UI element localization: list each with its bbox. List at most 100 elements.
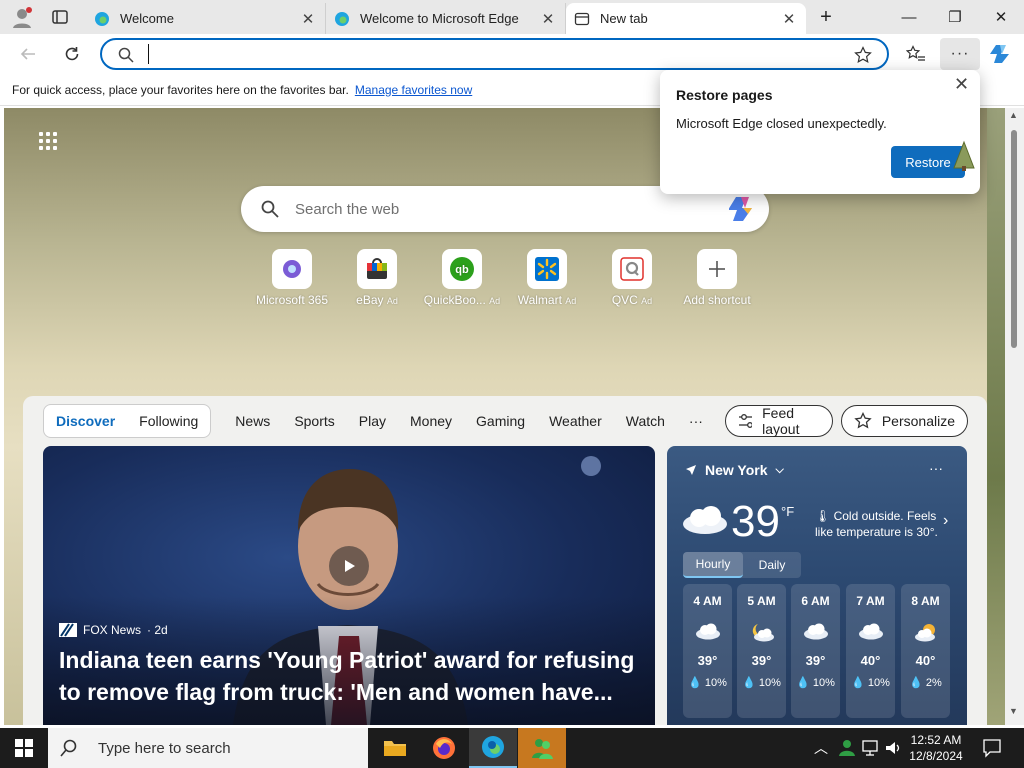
notifications-icon[interactable] [982, 738, 1002, 758]
profile-icon[interactable] [10, 6, 34, 30]
category-money[interactable]: Money [410, 413, 452, 429]
apps-launcher-icon[interactable] [39, 132, 57, 150]
clock-time: 12:52 AM [910, 733, 962, 747]
article-source: FOX News · 2d [59, 623, 168, 637]
back-icon[interactable] [14, 40, 42, 68]
tab-daily[interactable]: Daily [743, 552, 801, 578]
shortcut-quickbooks[interactable]: qb QuickBoo... Ad [422, 249, 502, 307]
more-categories-button[interactable]: ··· [689, 413, 703, 429]
hour-time: 7 AM [856, 594, 885, 608]
minimize-button[interactable]: — [886, 0, 932, 34]
shortcut-microsoft-365[interactable]: Microsoft 365 [252, 249, 332, 307]
category-weather[interactable]: Weather [549, 413, 602, 429]
add-shortcut-button[interactable]: Add shortcut [677, 249, 757, 307]
weather-location[interactable]: New York ⌵ [685, 462, 784, 478]
location-arrow-icon [686, 465, 696, 475]
hourly-forecast-item[interactable]: 8 AM 40° 💧 2% [901, 584, 950, 718]
hour-precip: 💧 10% [688, 677, 727, 689]
category-gaming[interactable]: Gaming [476, 413, 525, 429]
weather-summary: 🌡 Cold outside. Feels like temperature i… [815, 509, 938, 539]
tab-following[interactable]: Following [139, 413, 198, 429]
ad-label: Ad [489, 296, 501, 306]
chevron-right-icon[interactable]: › [943, 512, 948, 530]
windows-logo-icon [15, 739, 33, 757]
personalize-button[interactable]: Personalize [840, 405, 968, 437]
edge-icon [482, 736, 504, 758]
copilot-icon[interactable] [729, 195, 759, 223]
feed-layout-button[interactable]: Feed layout [724, 405, 833, 437]
article-age: · 2d [147, 623, 168, 637]
cloud-icon [695, 623, 720, 640]
background-edge [987, 108, 1007, 725]
location-name: New York [705, 462, 768, 478]
hourly-forecast-item[interactable]: 5 AM 39° 💧 10% [737, 584, 786, 718]
tab-welcome[interactable]: Welcome ✕ [86, 3, 326, 34]
restore-button[interactable]: ❐ [932, 0, 978, 34]
hourly-forecast-item[interactable]: 4 AM 39° 💧 10% [683, 584, 732, 718]
manage-favorites-link[interactable]: Manage favorites now [355, 83, 472, 97]
shortcut-label: Add shortcut [683, 293, 751, 307]
network-icon[interactable] [862, 740, 880, 756]
shortcut-label: QuickBoo... [423, 293, 486, 307]
dialog-title: Restore pages [676, 87, 773, 103]
volume-icon[interactable] [884, 740, 902, 756]
qvc-icon [620, 257, 644, 281]
cloud-icon [803, 623, 828, 640]
shortcut-qvc[interactable]: QVC Ad [592, 249, 672, 307]
hourly-forecast-item[interactable]: 6 AM 39° 💧 10% [791, 584, 840, 718]
taskbar-search[interactable]: Type here to search [48, 728, 368, 768]
address-input[interactable] [148, 44, 828, 64]
category-play[interactable]: Play [359, 413, 386, 429]
category-news[interactable]: News [235, 413, 270, 429]
scrollbar-thumb[interactable] [1011, 130, 1017, 348]
tab-discover[interactable]: Discover [56, 413, 115, 429]
settings-more-icon[interactable]: ··· [940, 38, 980, 70]
close-tab-icon[interactable]: ✕ [539, 10, 557, 28]
favorite-star-icon[interactable] [854, 46, 872, 64]
play-icon [345, 560, 355, 572]
file-explorer-taskbar-button[interactable] [371, 728, 419, 768]
tab-hourly[interactable]: Hourly [683, 552, 743, 578]
play-button[interactable] [329, 546, 369, 586]
category-sports[interactable]: Sports [294, 413, 334, 429]
close-tab-icon[interactable]: ✕ [299, 10, 317, 28]
app-taskbar-button[interactable] [518, 728, 566, 768]
show-hidden-icons[interactable]: ︿ [814, 738, 828, 758]
favorites-icon[interactable] [902, 40, 930, 68]
weather-more-icon[interactable]: ··· [929, 460, 943, 476]
tab-actions-icon[interactable] [52, 9, 68, 25]
close-tab-icon[interactable]: ✕ [780, 10, 798, 28]
page-scrollbar[interactable]: ▲ ▼ [1005, 108, 1024, 725]
address-bar[interactable] [100, 38, 889, 70]
ad-label: Ad [386, 296, 398, 306]
edge-taskbar-button[interactable] [469, 728, 517, 768]
news-card[interactable]: FOX News · 2d Indiana teen earns 'Young … [43, 446, 655, 725]
tab-welcome-to-edge[interactable]: Welcome to Microsoft Edge ✕ [326, 3, 566, 34]
user-tray-icon[interactable] [838, 738, 856, 756]
ad-label: Ad [565, 296, 577, 306]
shortcut-ebay[interactable]: eBay Ad [337, 249, 417, 307]
new-tab-button[interactable]: + [806, 0, 846, 34]
hour-precip: 💧 10% [796, 677, 835, 689]
chevron-down-icon: ⌵ [775, 463, 784, 476]
start-button[interactable] [0, 728, 48, 768]
category-watch[interactable]: Watch [626, 413, 665, 429]
hour-temp: 39° [751, 653, 772, 668]
cursor-tree-icon [953, 140, 975, 171]
hourly-forecast-item[interactable]: 7 AM 40° 💧 10% [846, 584, 895, 718]
article-headline[interactable]: Indiana teen earns 'Young Patriot' award… [59, 644, 649, 708]
shortcut-walmart[interactable]: Walmart Ad [507, 249, 587, 307]
raindrop-icon: 💧 [909, 677, 923, 689]
firefox-taskbar-button[interactable] [420, 728, 468, 768]
copilot-icon[interactable] [988, 40, 1016, 68]
refresh-icon[interactable] [58, 40, 86, 68]
hour-time: 5 AM [747, 594, 776, 608]
m365-icon [283, 260, 301, 278]
close-window-button[interactable]: ✕ [978, 0, 1024, 34]
tab-new-tab[interactable]: New tab ✕ [566, 3, 806, 34]
system-clock[interactable]: 12:52 AM 12/8/2024 [908, 732, 964, 764]
dialog-close-icon[interactable]: ✕ [954, 74, 969, 95]
search-icon [118, 47, 134, 63]
thermometer-icon: 🌡 [815, 509, 831, 523]
search-icon [261, 200, 279, 218]
